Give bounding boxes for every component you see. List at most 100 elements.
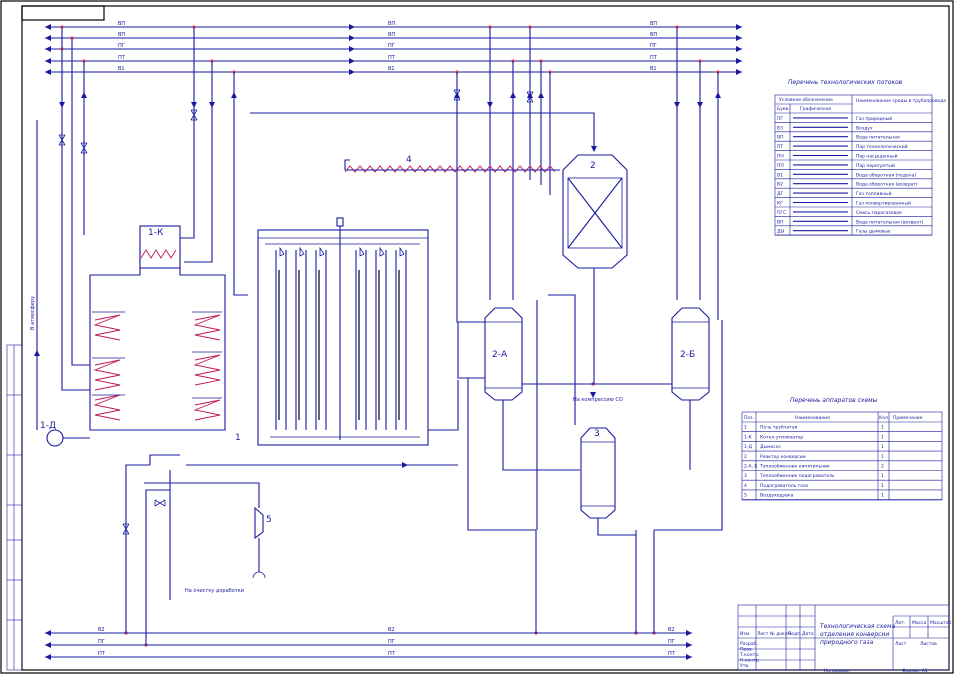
reactor-2a: 2-А: [484, 307, 523, 401]
sheets-label: Листов: [920, 641, 937, 647]
flow-code: ПП: [777, 163, 784, 169]
eq-qty: 1: [881, 425, 884, 431]
stage-label-1: Лит.: [895, 620, 905, 626]
furnace-tag: 1: [235, 433, 241, 443]
eq-qty: 2: [881, 464, 884, 470]
eq-name: Реактор конверсии: [760, 454, 806, 460]
eq-qty: 1: [881, 434, 884, 440]
reactor-2-tag: 2: [590, 161, 596, 171]
top-label-4: ПТ: [118, 55, 126, 61]
reactor-2a-tag: 2-А: [492, 350, 508, 360]
flow-code: ВП: [777, 219, 783, 225]
flow-code: ВЗ: [777, 125, 783, 131]
eq-pos: 2: [744, 454, 747, 460]
equipment-list: Перечень аппаратов схемы Поз. Наименован…: [741, 397, 943, 501]
reactor-2b: 2-Б: [671, 307, 710, 401]
top-label-2: ВП: [118, 32, 125, 38]
flows-rows: ПГ Газ природный ВЗ Воздух ВП Вода питательна…: [775, 115, 932, 236]
svg-text:ПТ: ПТ: [388, 651, 396, 657]
title-block: Лит. Масса Масштаб Лист Листов Технологи…: [737, 604, 952, 674]
reactor-2b-tag: 2-Б: [680, 350, 695, 360]
title-role: Изм.: [740, 631, 751, 637]
eq-qty: 1: [881, 483, 884, 489]
flow-name: Смесь парогазовая: [856, 210, 902, 216]
boiler-tag: 1-К: [148, 228, 164, 238]
eq-pos: 1-Д: [744, 444, 752, 450]
flows-header-1: Условное обозначение: [779, 97, 833, 103]
stage-label-2: Масса: [912, 620, 927, 626]
process-flow-diagram: ВП ВП ПГ ПТ В1 ВП ВП ПГ ПТ В1 ВП ВП ПГ ПТ В1: [0, 0, 954, 674]
furnace-1: 1-К: [89, 225, 226, 431]
eq-qty: 1: [881, 454, 884, 460]
binding-strip: [6, 344, 23, 671]
svg-text:В2: В2: [668, 627, 675, 633]
eq-name: Печь трубчатая: [760, 425, 798, 431]
doc-title-1: Технологическая схема отделения конверсии…: [820, 623, 895, 646]
title-role: Т.контр.: [739, 652, 760, 658]
svg-text:ВП: ВП: [388, 21, 395, 27]
preheater-4: 4: [344, 155, 560, 173]
svg-text:ВП: ВП: [388, 32, 395, 38]
preheater-tag: 4: [406, 155, 412, 165]
eq-header-2: Наименование: [795, 415, 830, 421]
eq-qty: 1: [881, 493, 884, 499]
eq-name: Воздуходувка: [760, 493, 794, 499]
format-label: Формат А1: [902, 668, 928, 674]
equipment-list-title: Перечень аппаратов схемы: [790, 397, 878, 404]
eq-qty: 1: [881, 473, 884, 479]
title-roles: Изм. Лист № докум.Подп. ДатаРазраб.Пров.Т.к…: [739, 631, 814, 669]
eq-name: Дымосос: [760, 444, 781, 450]
title-role: Подп.: [788, 631, 802, 637]
flow-code: ПТ: [777, 144, 783, 150]
flows-legend-title: Перечень технологических потоков: [788, 79, 903, 86]
svg-text:ПТ: ПТ: [388, 55, 396, 61]
title-role: Утв.: [740, 663, 749, 669]
vessel-3-tag: 3: [594, 429, 600, 439]
fan-tag: 5: [266, 515, 272, 525]
title-role: Пров.: [740, 647, 753, 653]
flow-name: Пар технологический: [856, 143, 908, 150]
bottom-label-1: В2: [98, 627, 105, 633]
top-label-5: В1: [118, 66, 125, 72]
copied-label: Копировал: [824, 668, 850, 674]
flow-arrows: [59, 92, 721, 108]
fan-5: 5: [144, 482, 272, 579]
flows-sub-2: Графическое: [800, 106, 832, 112]
eq-pos: 1: [744, 425, 747, 431]
eq-name: Теплообменник подогреватель: [759, 473, 835, 479]
flows-legend: Перечень технологических потоков Условно…: [774, 79, 946, 236]
to-atmosphere-label: В атмосферу: [30, 296, 36, 330]
top-label-1: ВП: [118, 21, 125, 27]
flow-code: ПГ: [777, 116, 783, 122]
flow-name: Газы дымовые: [856, 229, 891, 235]
eq-qty: 1: [881, 444, 884, 450]
flows-sub-1: Букв.: [777, 106, 790, 112]
flow-name: Вода питательная: [856, 135, 900, 141]
flow-name: Газ топливный: [856, 190, 892, 197]
equipment-rows: 1 Печь трубчатая 1 1-К Котел-утилизатор 1 1-Д Д…: [742, 425, 942, 500]
to-clean-label: На очистку доработки: [185, 588, 244, 594]
flow-name: Пар насыщенный: [856, 153, 898, 160]
flow-code: ВП: [777, 135, 783, 141]
bottom-label-3: ПТ: [98, 651, 106, 657]
to-compression-label: На компрессию СО: [573, 397, 623, 403]
svg-text:ПГ: ПГ: [668, 639, 675, 645]
top-line-labels: ВП ВП ПГ ПТ В1 ВП ВП ПГ ПТ В1 ВП ВП ПГ ПТ В1: [118, 21, 658, 72]
bottom-header-lines: В2 ПГ ПТ В2 ПГ ПТ В2 ПГ ПТ: [45, 627, 692, 660]
flow-code: В2: [777, 182, 783, 188]
flow-name: Вода оборотная (подача): [856, 172, 916, 178]
title-role: Дата: [802, 631, 814, 637]
flow-code: ПН: [777, 154, 784, 160]
reformer-block: 1: [235, 217, 429, 446]
eq-name: Подогреватель газа: [760, 483, 808, 489]
title-role: Н.контр.: [740, 658, 760, 664]
svg-text:В1: В1: [388, 66, 395, 72]
eq-header-1: Поз.: [744, 415, 754, 421]
eq-name: Теплообменник кипятильник: [759, 464, 830, 470]
eq-header-3: Кол.: [879, 415, 889, 421]
eq-header-4: Примечание: [893, 415, 923, 421]
flow-code: В1: [777, 172, 783, 178]
flow-name: Газ конвертированный: [856, 200, 911, 207]
title-role: Лист: [757, 631, 769, 637]
flow-name: Вода оборотная (возврат): [856, 182, 918, 188]
